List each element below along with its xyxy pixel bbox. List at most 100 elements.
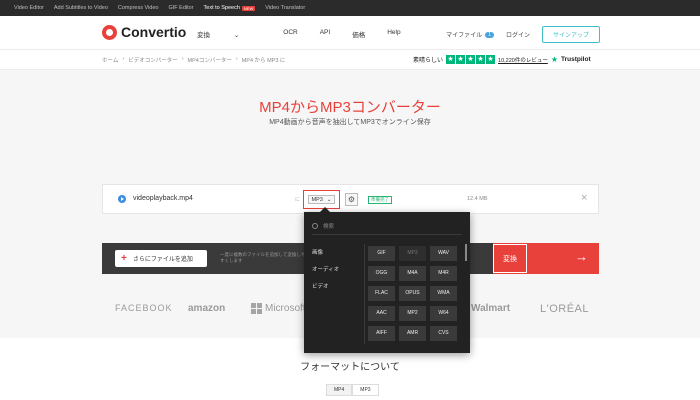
format-option[interactable]: OPUS	[399, 286, 426, 301]
my-files-count-badge: 1	[485, 31, 494, 38]
arrow-right-icon[interactable]: →	[575, 249, 588, 264]
status-badge: 準備完了	[368, 196, 392, 204]
loreal-logo: L'ORÉAL	[540, 303, 590, 315]
convert-button[interactable]: 変換	[493, 244, 527, 273]
star-icon: ★	[486, 55, 496, 64]
site-header: Convertio 変換 ⌄ OCR API 価格 Help マイファイル 1 …	[0, 16, 700, 50]
login-link[interactable]: ログイン	[506, 30, 530, 39]
star-icon: ★	[466, 55, 476, 64]
formats-heading: フォーマットについて	[300, 362, 400, 373]
microsoft-grid-icon	[251, 303, 262, 314]
tab-mp4[interactable]: MP4	[326, 384, 353, 396]
format-search[interactable]: 検索	[312, 222, 334, 230]
format-option[interactable]: W64	[430, 306, 457, 321]
walmart-logo: Walmart	[471, 303, 511, 314]
output-format-inner: MP3 ⌄	[308, 195, 335, 204]
remove-file-close-icon[interactable]: ×	[581, 192, 587, 204]
star-icon: ★	[476, 55, 486, 64]
output-format-value: MP3	[311, 196, 323, 203]
format-option[interactable]: MP2	[399, 306, 426, 321]
tab-mp3[interactable]: MP3	[352, 384, 379, 396]
trustpilot-rating[interactable]: 素晴らしい ★ ★ ★ ★ ★ 10,220件のレビュー ★ Trustpilo…	[413, 55, 591, 64]
format-option[interactable]: WAV	[430, 246, 457, 261]
video-file-icon	[118, 195, 126, 203]
plus-icon: +	[121, 253, 127, 264]
add-more-files-button[interactable]: + さらにファイルを追加	[115, 250, 207, 267]
add-more-files-label: さらにファイルを追加	[132, 257, 193, 263]
formats-tabs: MP4 MP3	[326, 384, 379, 396]
category-video[interactable]: ビデオ	[312, 283, 364, 300]
nav-convert[interactable]: 変換 ⌄	[197, 29, 261, 39]
microsoft-logo: Microsoft	[251, 303, 306, 314]
amazon-logo: amazon	[188, 303, 226, 314]
format-option[interactable]: AMR	[399, 326, 426, 341]
to-label: に	[295, 197, 301, 203]
format-option[interactable]: OGG	[368, 266, 395, 281]
facebook-logo: FACEBOOK	[115, 303, 173, 313]
format-option[interactable]: WMA	[430, 286, 457, 301]
settings-gear-icon[interactable]: ⚙	[345, 193, 358, 206]
nav-ocr[interactable]: OCR	[283, 29, 297, 39]
page-subtitle: MP4動画から音声を抽出してMP3でオンライン保存	[269, 119, 431, 126]
format-option[interactable]: GIF	[368, 246, 395, 261]
drop-hint: 一度に複数のファイルを追加して変換しやすくします	[220, 252, 306, 263]
my-files-link[interactable]: マイファイル	[446, 30, 482, 39]
breadcrumb-home[interactable]: ホーム	[102, 56, 118, 64]
format-option[interactable]: AAC	[368, 306, 395, 321]
topbar-link-text-to-speech[interactable]: Text to Speech	[204, 5, 240, 11]
breadcrumb-separator: ›	[181, 56, 184, 62]
nav-convert-label: 変換	[197, 32, 210, 39]
reviews-link[interactable]: 10,220件のレビュー	[498, 56, 548, 64]
topbar-link-video-translator[interactable]: Video Translator	[265, 5, 305, 11]
star-icon: ★	[446, 55, 456, 64]
star-icon: ★	[456, 55, 466, 64]
trustpilot-brand: Trustpilot	[561, 56, 591, 63]
nav-api[interactable]: API	[320, 29, 330, 39]
rating-stars: ★ ★ ★ ★ ★	[446, 55, 496, 64]
topbar-link-add-subtitles[interactable]: Add Subtitles to Video	[54, 5, 108, 11]
nav-help[interactable]: Help	[387, 29, 400, 39]
top-tools-bar: Video Editor Add Subtitles to Video Comp…	[0, 0, 700, 16]
topbar-link-compress-video[interactable]: Compress Video	[118, 5, 159, 11]
divider	[364, 244, 365, 344]
chevron-down-icon: ⌄	[326, 196, 332, 203]
dropdown-scrollbar[interactable]	[465, 244, 467, 261]
format-option-selected: MP3	[399, 246, 426, 261]
format-categories: 画像 オーディオ ビデオ	[312, 249, 364, 300]
topbar-link-video-editor[interactable]: Video Editor	[14, 5, 44, 11]
file-name: videoplayback.mp4	[133, 195, 193, 202]
search-icon	[312, 223, 318, 229]
category-image[interactable]: 画像	[312, 249, 364, 266]
convertio-logo-icon	[102, 24, 117, 40]
breadcrumb-separator: ›	[235, 56, 238, 62]
microsoft-logo-text: Microsoft	[265, 303, 306, 314]
breadcrumb-mp4-converter[interactable]: MP4コンバーター	[188, 56, 232, 64]
chevron-down-icon: ⌄	[233, 32, 240, 39]
file-size: 12.4 MB	[467, 196, 488, 202]
format-grid: GIF MP3 WAV OGG M4A M4R FLAC OPUS WMA AA…	[368, 246, 457, 341]
topbar-link-gif-editor[interactable]: GIF Editor	[168, 5, 193, 11]
file-row: videoplayback.mp4 に MP3 ⌄ ⚙ 準備完了 12.4 MB…	[102, 184, 599, 214]
trustpilot-star-icon: ★	[550, 55, 559, 64]
breadcrumb-current: MP4 から MP3 に	[241, 58, 286, 64]
logo-text: Convertio	[121, 24, 187, 40]
format-option[interactable]: M4R	[430, 266, 457, 281]
signup-button[interactable]: サインアップ	[541, 26, 600, 43]
format-option[interactable]: AIFF	[368, 326, 395, 341]
format-option[interactable]: FLAC	[368, 286, 395, 301]
format-option[interactable]: CVS	[430, 326, 457, 341]
nav-pricing[interactable]: 価格	[352, 29, 365, 39]
format-search-placeholder: 検索	[323, 224, 335, 230]
breadcrumb-video-converter[interactable]: ビデオコンバーター	[128, 56, 178, 64]
divider	[312, 234, 462, 235]
format-dropdown: 検索 画像 オーディオ ビデオ GIF MP3 WAV OGG M4A M4R …	[304, 207, 470, 353]
format-option[interactable]: M4A	[399, 266, 426, 281]
logo[interactable]: Convertio	[102, 24, 186, 40]
rating-label: 素晴らしい	[413, 58, 444, 64]
new-badge: NEW	[241, 5, 256, 11]
page-title: MP4からMP3コンバーター	[259, 99, 441, 116]
category-audio[interactable]: オーディオ	[312, 266, 364, 283]
breadcrumb-row: ホーム › ビデオコンバーター › MP4コンバーター › MP4 から MP3…	[0, 50, 700, 70]
breadcrumb-separator: ›	[122, 56, 125, 62]
breadcrumb: ホーム › ビデオコンバーター › MP4コンバーター › MP4 から MP3…	[102, 56, 285, 64]
